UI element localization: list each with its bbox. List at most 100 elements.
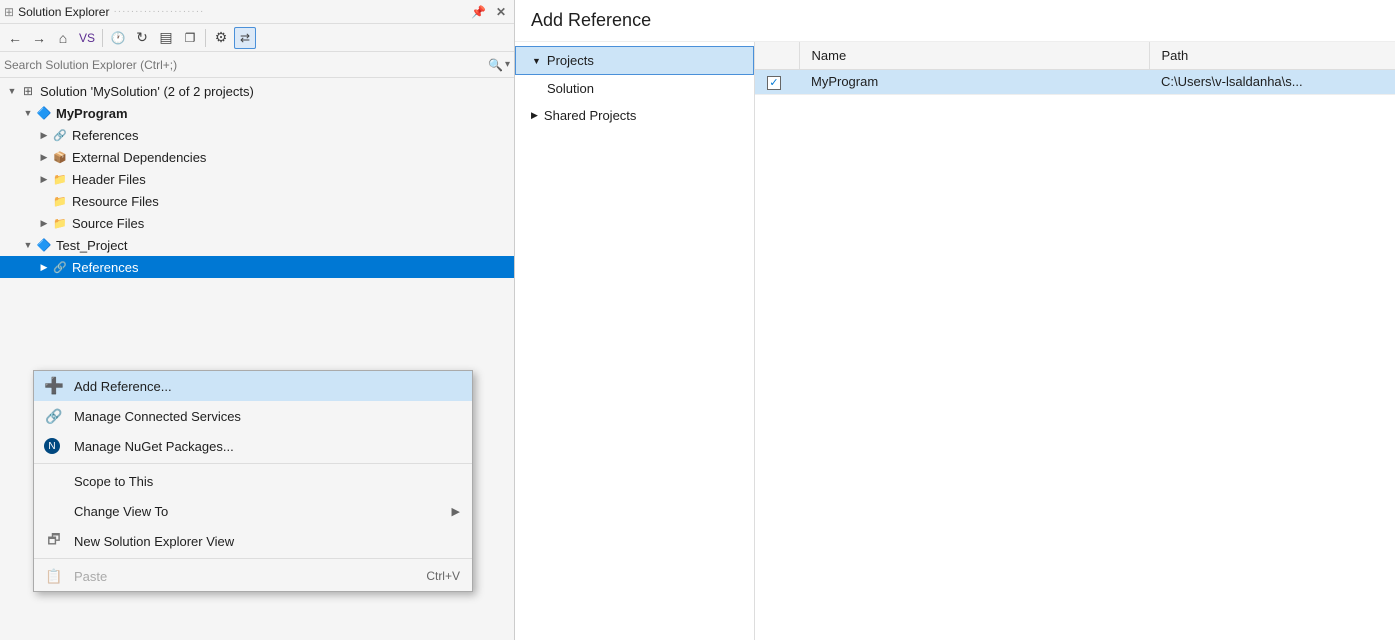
close-icon[interactable]: ✕ [492, 4, 510, 20]
ctx-manage-nuget[interactable]: N Manage NuGet Packages... [34, 431, 472, 461]
ar-sidebar-projects-label: Projects [547, 53, 594, 68]
forward-button[interactable]: → [28, 27, 50, 49]
copy-button[interactable]: ❐ [179, 27, 201, 49]
ar-table-header: Name Path [755, 42, 1395, 70]
shared-projects-expander: ▶ [531, 110, 538, 121]
ctx-paste[interactable]: 📋 Paste Ctrl+V [34, 561, 472, 591]
toolbar-sep-2 [205, 29, 206, 47]
change-view-icon [44, 501, 64, 521]
tree-item-ext-deps[interactable]: ▶ 📦 External Dependencies [0, 146, 514, 168]
collapse-button[interactable]: ▤ [155, 27, 177, 49]
home-button[interactable]: ⌂ [52, 27, 74, 49]
ext-deps-icon: 📦 [52, 149, 68, 165]
ctx-sep-1 [34, 463, 472, 464]
tree-item-solution[interactable]: ▼ ⊞ Solution 'MySolution' (2 of 2 projec… [0, 80, 514, 102]
ar-table-body: ✓ MyProgram C:\Users\v-lsaldanha\s... [755, 70, 1395, 95]
manage-nuget-icon: N [44, 438, 60, 454]
expander-source: ▶ [36, 218, 52, 229]
sync-button[interactable]: ⇄ [234, 27, 256, 49]
back-button[interactable]: ← [4, 27, 26, 49]
se-title-bar: ⊞ Solution Explorer ····················… [0, 0, 514, 24]
ar-title: Add Reference [515, 0, 1395, 42]
se-toolbar: ← → ⌂ VS 🕐 ↻ ▤ ❐ ⚙ ⇄ [0, 24, 514, 52]
ar-row-name: MyProgram [811, 74, 878, 89]
ar-row-path: C:\Users\v-lsaldanha\s... [1161, 74, 1303, 89]
expander-solution: ▼ [4, 86, 20, 96]
pin-icon[interactable]: 📌 [467, 4, 490, 20]
tree-item-header-files[interactable]: ▶ 📁 Header Files [0, 168, 514, 190]
paste-icon: 📋 [44, 566, 64, 586]
se-title-dots: ····················· [113, 6, 204, 17]
ctx-paste-label: Paste [74, 569, 426, 584]
tree-item-resource-files[interactable]: ▶ 📁 Resource Files [0, 190, 514, 212]
refs-icon-tp: 🔗 [52, 259, 68, 275]
ar-sidebar-solution-label: Solution [547, 81, 594, 96]
se-title-bar-left: ⊞ Solution Explorer ····················… [4, 5, 204, 19]
tree-item-myprogram[interactable]: ▼ 🔷 MyProgram [0, 102, 514, 124]
header-files-label: Header Files [72, 172, 146, 187]
ctx-new-solution-view-label: New Solution Explorer View [74, 534, 460, 549]
search-dropdown-icon[interactable]: ▾ [505, 59, 510, 70]
se-search-bar: 🔍 ▾ [0, 52, 514, 78]
solution-icon: ⊞ [20, 83, 36, 99]
manage-connected-icon: 🔗 [44, 406, 64, 426]
se-title-icon: ⊞ [4, 5, 14, 19]
add-reference-panel: Add Reference ▼ Projects Solution ▶ Shar… [515, 0, 1395, 640]
ar-content: Name Path ✓ MyProgram [755, 42, 1395, 640]
ctx-new-solution-view[interactable]: 🗗 New Solution Explorer View [34, 526, 472, 556]
tree-item-source-files[interactable]: ▶ 📁 Source Files [0, 212, 514, 234]
ar-row-path-cell: C:\Users\v-lsaldanha\s... [1149, 70, 1395, 95]
ctx-scope-label: Scope to This [74, 474, 460, 489]
se-title-text: Solution Explorer [18, 5, 109, 19]
ctx-change-view[interactable]: Change View To ▶ [34, 496, 472, 526]
search-icon[interactable]: 🔍 [488, 58, 503, 72]
refresh-button[interactable]: ↻ [131, 27, 153, 49]
refs-label-mp: References [72, 128, 138, 143]
tree-item-test-project[interactable]: ▼ 🔷 Test_Project [0, 234, 514, 256]
source-files-icon: 📁 [52, 215, 68, 231]
ctx-scope-to-this[interactable]: Scope to This [34, 466, 472, 496]
ar-row-name-cell: MyProgram [799, 70, 1149, 95]
ar-row-checkbox[interactable]: ✓ [767, 76, 781, 90]
ctx-manage-nuget-label: Manage NuGet Packages... [74, 439, 460, 454]
solution-label: Solution 'MySolution' (2 of 2 projects) [40, 84, 254, 99]
ctx-add-reference[interactable]: ➕ Add Reference... [34, 371, 472, 401]
resource-files-icon: 📁 [52, 193, 68, 209]
ar-col-path[interactable]: Path [1149, 42, 1395, 70]
solution-explorer-panel: ⊞ Solution Explorer ····················… [0, 0, 515, 640]
myprogram-label: MyProgram [56, 106, 128, 121]
context-menu: ➕ Add Reference... 🔗 Manage Connected Se… [33, 370, 473, 592]
ar-col-checkbox[interactable] [755, 42, 799, 70]
vs-icon-button[interactable]: VS [76, 27, 98, 49]
ar-body: ▼ Projects Solution ▶ Shared Projects [515, 42, 1395, 640]
tree-item-references-mp[interactable]: ▶ 🔗 References [0, 124, 514, 146]
ar-sidebar-shared-projects[interactable]: ▶ Shared Projects [515, 102, 754, 129]
header-files-icon: 📁 [52, 171, 68, 187]
ctx-add-reference-label: Add Reference... [74, 379, 460, 394]
table-row[interactable]: ✓ MyProgram C:\Users\v-lsaldanha\s... [755, 70, 1395, 95]
myprogram-icon: 🔷 [36, 105, 52, 121]
expander-refs-mp: ▶ [36, 130, 52, 141]
tree-item-references-tp[interactable]: ▶ 🔗 References [0, 256, 514, 278]
ctx-paste-shortcut: Ctrl+V [426, 569, 460, 583]
new-solution-view-icon: 🗗 [44, 531, 64, 551]
ext-deps-label: External Dependencies [72, 150, 206, 165]
resource-files-label: Resource Files [72, 194, 159, 209]
ctx-sep-2 [34, 558, 472, 559]
projects-expander: ▼ [532, 56, 541, 66]
add-reference-icon: ➕ [44, 376, 64, 396]
ar-sidebar: ▼ Projects Solution ▶ Shared Projects [515, 42, 755, 640]
ar-sidebar-projects[interactable]: ▼ Projects [515, 46, 754, 75]
ar-col-name[interactable]: Name [799, 42, 1149, 70]
settings-button[interactable]: ⚙ [210, 27, 232, 49]
se-title-bar-controls: 📌 ✕ [467, 4, 510, 20]
ar-sidebar-solution[interactable]: Solution [515, 75, 754, 102]
expander-myprogram: ▼ [20, 108, 36, 118]
source-files-label: Source Files [72, 216, 144, 231]
ar-row-checkbox-cell[interactable]: ✓ [755, 70, 799, 95]
search-input[interactable] [4, 58, 488, 72]
refs-icon-mp: 🔗 [52, 127, 68, 143]
ctx-manage-connected[interactable]: 🔗 Manage Connected Services [34, 401, 472, 431]
history-button[interactable]: 🕐 [107, 27, 129, 49]
expander-refs-tp: ▶ [36, 262, 52, 273]
